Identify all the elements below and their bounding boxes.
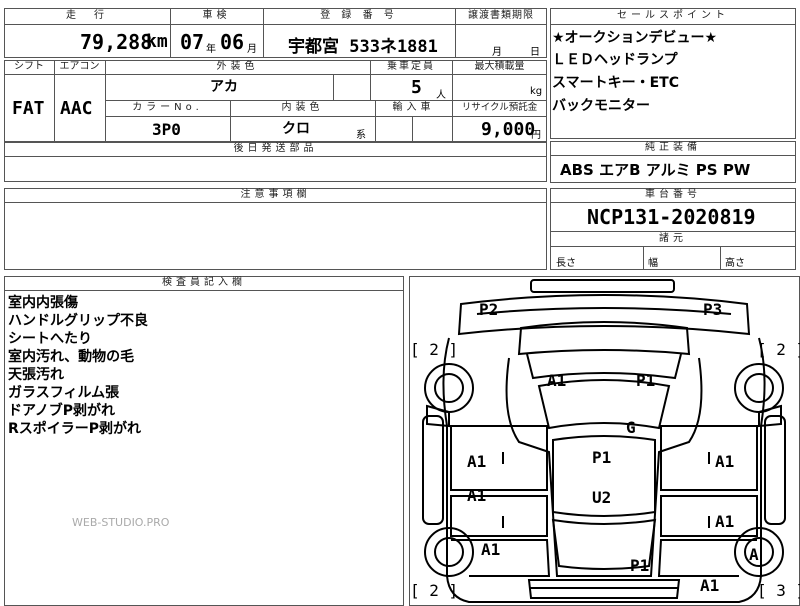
damage-mark: A1 — [700, 576, 720, 595]
damage-mark: [ 2 ] — [410, 581, 459, 600]
aircon-value: AAC — [60, 98, 93, 119]
damage-mark: [ 2 ] — [757, 340, 800, 359]
damage-mark: A1 — [547, 371, 567, 390]
recycle-unit: 円 — [531, 130, 541, 141]
damage-mark: A — [749, 545, 759, 564]
inspection-month-unit: 月 — [247, 44, 257, 55]
sales-point-item: ＬＥＤヘッドランプ — [552, 52, 678, 68]
watermark: WEB-STUDIO.PRO — [72, 516, 170, 529]
damage-mark: A1 — [481, 540, 501, 559]
color-no-value: 3P0 — [152, 120, 181, 139]
inspection-month: 06 — [220, 30, 245, 54]
inspector-line: シートへたり — [8, 331, 92, 347]
sales-point-item: ★オークションデビュー★ — [552, 30, 718, 46]
sales-points-header: セールスポイント — [617, 10, 729, 21]
dimension-length-label: 長さ — [556, 258, 576, 269]
inspection-header: 車検 — [202, 10, 231, 21]
transfer-day-unit: 日 — [530, 47, 540, 58]
inspector-line: ドアノブP剥がれ — [8, 403, 116, 419]
dimension-width-label: 幅 — [648, 258, 658, 269]
capacity-value: 5 — [411, 77, 422, 98]
genuine-equipment-header: 純正装備 — [645, 142, 701, 153]
inspector-line: 室内汚れ、動物の毛 — [8, 349, 135, 365]
mileage-unit: km — [146, 31, 168, 52]
shift-value: FAT — [12, 98, 45, 119]
inspection-year: 07 — [180, 30, 205, 54]
damage-mark: P2 — [479, 300, 499, 319]
interior-color-value: クロ — [282, 121, 310, 137]
damage-mark: G — [626, 418, 636, 437]
color-no-header: カラーNo. — [132, 102, 203, 113]
mileage-header: 走 行 — [66, 10, 108, 21]
transfer-deadline-header: 譲渡書類期限 — [468, 10, 534, 21]
interior-color-unit: 系 — [356, 130, 366, 141]
genuine-equipment-value: ABS エアB アルミ PS PW — [560, 161, 751, 179]
damage-mark: [ 2 ] — [410, 340, 459, 359]
car-diagram — [422, 279, 786, 603]
damage-mark: P1 — [630, 556, 650, 575]
dimensions-header: 諸元 — [659, 233, 687, 244]
damage-mark: A1 — [715, 452, 735, 471]
shift-header: シフト — [14, 61, 44, 72]
dimension-height-label: 高さ — [725, 258, 745, 269]
damage-mark: A1 — [715, 512, 735, 531]
exterior-color-header: 外装色 — [216, 61, 259, 72]
chassis-header: 車台番号 — [645, 189, 701, 200]
damage-mark: A1 — [467, 452, 487, 471]
max-load-header: 最大積載量 — [474, 61, 525, 72]
capacity-header: 乗車定員 — [387, 61, 435, 72]
inspector-line: ハンドルグリップ不良 — [8, 313, 148, 329]
inspector-line: ガラスフィルム張 — [8, 385, 120, 401]
inspector-line: 天張汚れ — [8, 367, 64, 383]
exterior-color-value: アカ — [210, 79, 238, 95]
registration-header: 登 録 番 号 — [320, 10, 398, 21]
damage-mark: [ 3 ] — [757, 581, 800, 600]
aircon-header: エアコン — [59, 61, 100, 72]
notes-header: 注意事項欄 — [240, 189, 311, 200]
capacity-unit: 人 — [436, 90, 446, 101]
damage-mark: P1 — [636, 371, 656, 390]
inspector-line: RスポイラーP剥がれ — [8, 421, 142, 437]
transfer-month-unit: 月 — [492, 47, 502, 58]
interior-color-header: 内装色 — [281, 102, 324, 113]
registration-value: 宇都宮 533ネ1881 — [288, 37, 438, 57]
max-load-unit: kg — [530, 86, 543, 97]
damage-mark: U2 — [592, 488, 612, 507]
damage-mark: P3 — [703, 300, 723, 319]
import-header: 輸入車 — [392, 102, 435, 113]
damage-mark: A1 — [467, 486, 487, 505]
sales-point-item: スマートキー・ETC — [552, 75, 679, 91]
chassis-value: NCP131-2020819 — [587, 205, 756, 229]
sales-point-item: バックモニター — [552, 98, 650, 114]
inspector-header: 検査員記入欄 — [162, 277, 246, 288]
damage-mark: P1 — [592, 448, 612, 467]
recycle-value: 9,000 — [481, 119, 536, 140]
inspector-line: 室内内張傷 — [8, 295, 78, 311]
shipping-parts-header: 後日発送部品 — [233, 143, 318, 154]
inspection-year-unit: 年 — [206, 44, 216, 55]
recycle-header: リサイクル預託金 — [461, 102, 538, 113]
mileage-value: 79,288 — [80, 30, 153, 54]
